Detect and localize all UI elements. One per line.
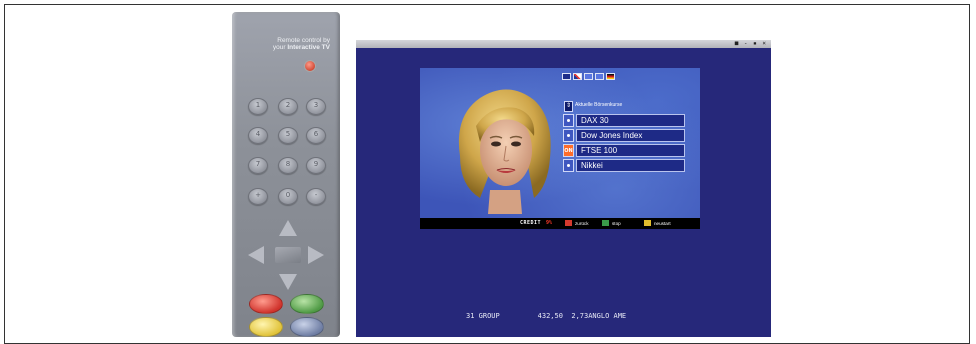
remote-button-minus-label: -	[314, 191, 318, 199]
tv-title-bar: ■ - ▪ ×	[356, 40, 771, 48]
menu-item-label: Dow Jones Index	[576, 129, 685, 142]
ticker-value: 9%	[546, 220, 553, 226]
ticker-label: CREDIT	[520, 220, 542, 226]
remote-button-9[interactable]: 9	[306, 157, 326, 174]
restart-label: neustart	[654, 220, 671, 226]
menu-item-label: DAX 30	[576, 114, 685, 127]
menu-item-label: Nikkei	[576, 159, 685, 172]
green-button[interactable]	[290, 294, 324, 314]
restart-control[interactable]: neustart	[644, 219, 671, 227]
remote-button-4[interactable]: 4	[248, 127, 268, 144]
itv-panel: ⇕ Aktuelle Börsenkurse DAX 30 Dow Jones …	[420, 68, 700, 229]
remote-control: Remote control by your Interactive TV 1 …	[232, 12, 340, 337]
remote-button-8-label: 8	[285, 160, 291, 168]
remote-button-plus-label: +	[255, 191, 261, 199]
blue-button[interactable]	[290, 317, 324, 337]
red-key-icon	[565, 220, 572, 226]
language-bar	[562, 72, 615, 81]
remote-button-3[interactable]: 3	[306, 98, 326, 115]
menu-item-label: FTSE 100	[576, 144, 685, 157]
window-controls-icon[interactable]: ■ - ▪ ×	[735, 40, 767, 47]
green-key-icon	[602, 220, 609, 226]
remote-button-5-label: 5	[285, 130, 291, 138]
next-icon[interactable]	[595, 73, 604, 80]
menu-item-nikkei[interactable]: Nikkei	[563, 159, 685, 172]
remote-button-1-label: 1	[255, 101, 261, 109]
remote-button-0[interactable]: 0	[278, 188, 298, 205]
remote-caption-line1: Remote control by	[277, 37, 330, 44]
remote-button-plus[interactable]: +	[248, 188, 268, 205]
bullet-icon	[563, 129, 574, 142]
remote-caption: Remote control by your Interactive TV	[246, 37, 330, 51]
arrow-left-button[interactable]	[248, 246, 264, 264]
remote-button-minus[interactable]: -	[306, 188, 326, 205]
yellow-key-icon	[644, 220, 651, 226]
back-label: zurück	[575, 220, 589, 226]
german-flag-icon[interactable]	[606, 73, 615, 80]
remote-button-5[interactable]: 5	[278, 127, 298, 144]
ok-button[interactable]	[275, 247, 301, 263]
active-bullet-icon: ON	[563, 144, 574, 157]
arrow-right-button[interactable]	[308, 246, 324, 264]
nav-icon[interactable]	[562, 73, 571, 80]
tv-screen: ■ - ▪ × ⇕ Aktuelle Börsenkurse DAX 30 Do…	[356, 40, 771, 337]
arrow-down-button[interactable]	[279, 274, 297, 290]
remote-button-3-label: 3	[313, 101, 319, 109]
remote-caption-prefix: your	[272, 44, 286, 51]
menu-title: Aktuelle Börsenkurse	[575, 102, 623, 108]
remote-button-0-label: 0	[285, 191, 291, 199]
power-button[interactable]	[304, 60, 316, 72]
menu-toggle-icon[interactable]: ⇕	[564, 101, 573, 112]
remote-button-4-label: 4	[255, 130, 261, 138]
bullet-icon	[563, 159, 574, 172]
remote-button-2[interactable]: 2	[278, 98, 298, 115]
active-badge: ON	[564, 147, 573, 154]
remote-button-2-label: 2	[285, 101, 291, 109]
uk-flag-icon[interactable]	[573, 73, 582, 80]
stop-control[interactable]: stop	[602, 219, 621, 227]
avatar-presenter	[458, 89, 551, 214]
yellow-button[interactable]	[249, 317, 283, 337]
menu-item-dow-jones[interactable]: Dow Jones Index	[563, 129, 685, 142]
remote-button-6[interactable]: 6	[306, 127, 326, 144]
menu-item-dax[interactable]: DAX 30	[563, 114, 685, 127]
remote-button-1[interactable]: 1	[248, 98, 268, 115]
stop-label: stop	[612, 220, 621, 226]
remote-button-9-label: 9	[313, 160, 319, 168]
red-button[interactable]	[249, 294, 283, 314]
remote-button-7-label: 7	[255, 160, 261, 168]
remote-button-8[interactable]: 8	[278, 157, 298, 174]
back-control[interactable]: zurück	[565, 219, 589, 227]
arrow-up-button[interactable]	[279, 220, 297, 236]
remote-button-6-label: 6	[313, 130, 319, 138]
bottom-ticker: 31 GROUP 432,50 2,73ANGLO AME	[466, 312, 627, 320]
remote-button-7[interactable]: 7	[248, 157, 268, 174]
remote-caption-brand: Interactive TV	[287, 44, 330, 51]
menu-item-ftse[interactable]: ON FTSE 100	[563, 144, 685, 157]
bullet-icon	[563, 114, 574, 127]
prev-icon[interactable]	[584, 73, 593, 80]
